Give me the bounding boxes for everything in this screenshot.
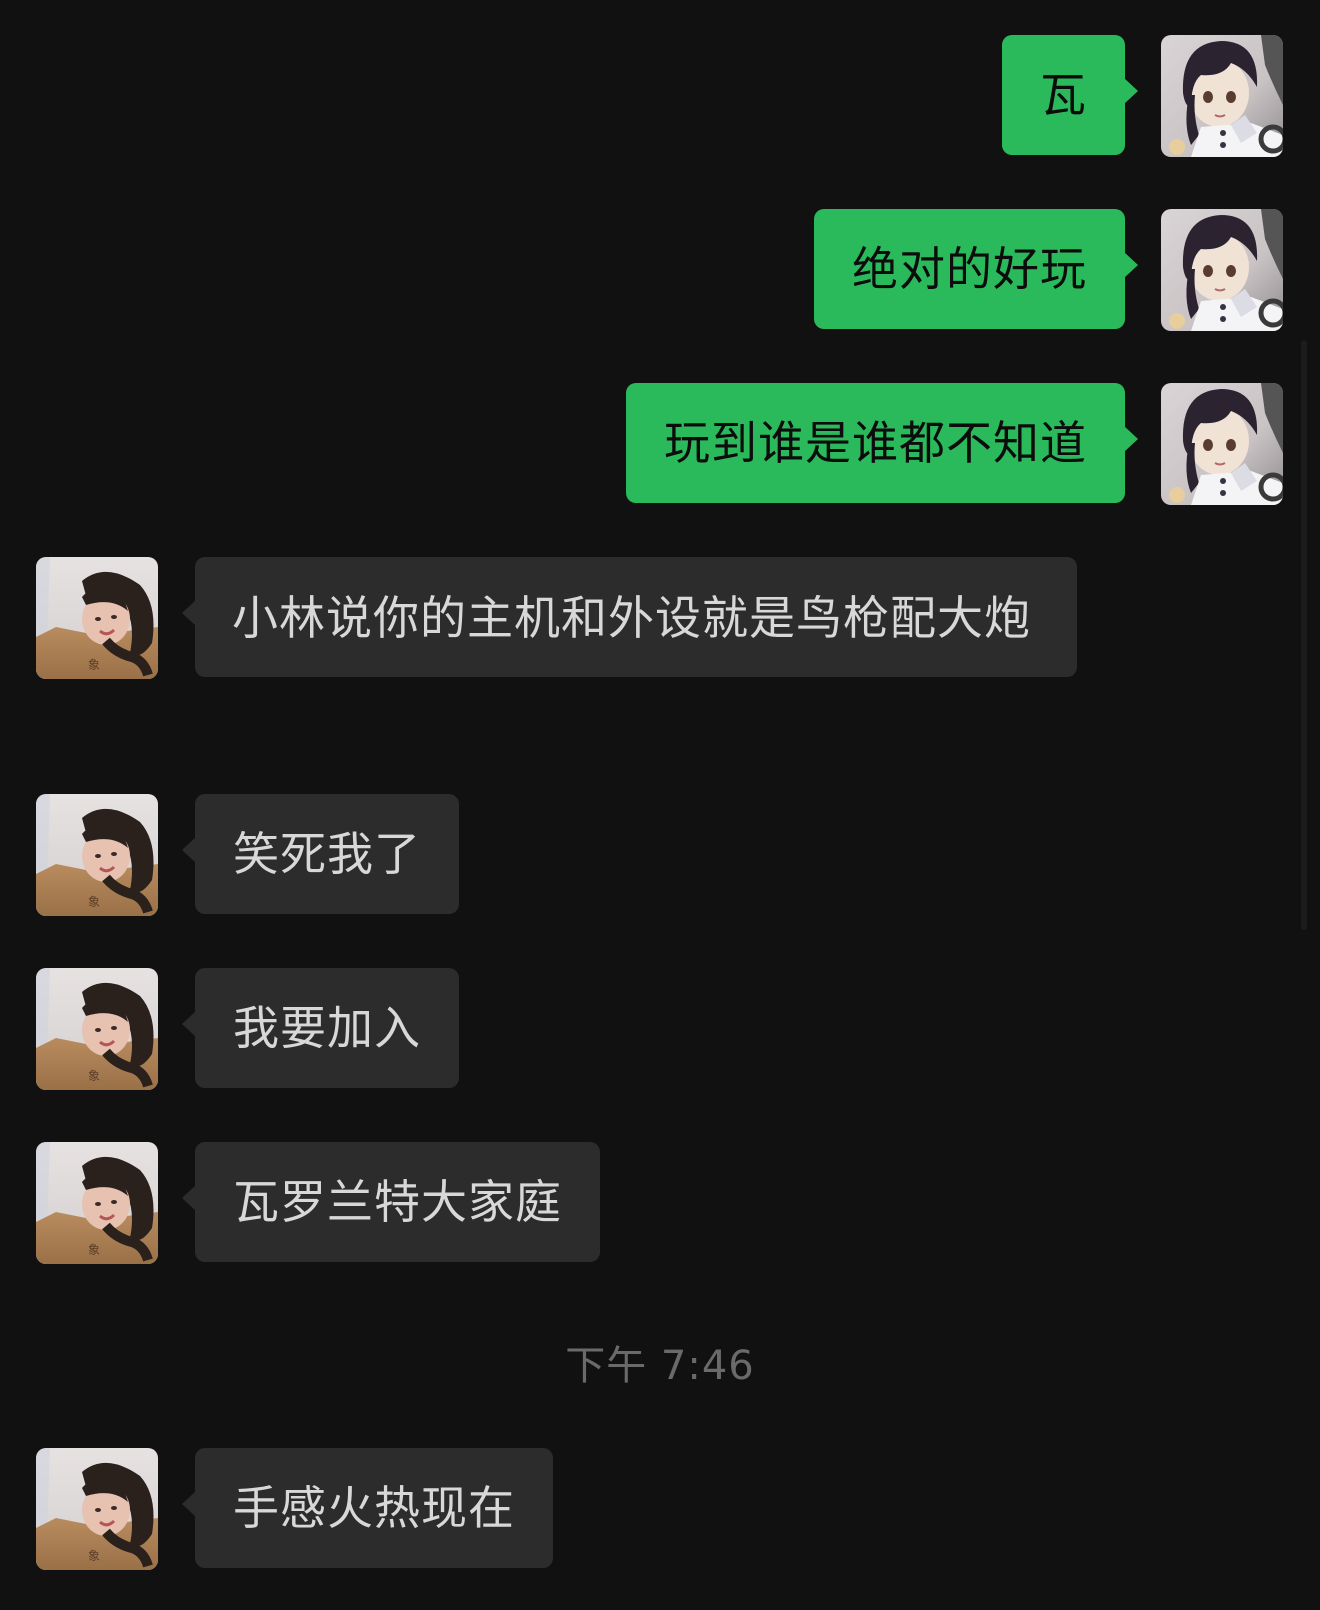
svg-text:象: 象 — [88, 658, 100, 672]
bubble-tail — [1124, 252, 1138, 278]
message-text: 我要加入 — [233, 1001, 421, 1055]
message-text: 手感火热现在 — [233, 1481, 515, 1535]
girl-photo-avatar-icon[interactable]: 象 — [36, 968, 158, 1090]
message-bubble-incoming[interactable]: 手感火热现在 — [182, 1448, 553, 1568]
bubble-tail — [182, 1185, 196, 1211]
message-bubble-incoming[interactable]: 小林说你的主机和外设就是鸟枪配大炮 — [182, 557, 1077, 677]
girl-photo-avatar-icon[interactable]: 象 — [36, 1142, 158, 1264]
message-text: 瓦罗兰特大家庭 — [233, 1175, 562, 1229]
bubble-tail — [1124, 78, 1138, 104]
svg-text:象: 象 — [88, 1243, 100, 1257]
bubble-tail — [182, 837, 196, 863]
message-text: 小林说你的主机和外设就是鸟枪配大炮 — [232, 591, 1031, 645]
anime-girl-avatar-icon[interactable] — [1161, 209, 1283, 331]
svg-text:象: 象 — [88, 1549, 100, 1563]
girl-photo-avatar-icon[interactable]: 象 — [36, 557, 158, 679]
message-text: 绝对的好玩 — [852, 242, 1087, 296]
girl-photo-avatar-icon[interactable]: 象 — [36, 794, 158, 916]
anime-girl-avatar-icon[interactable] — [1161, 35, 1283, 157]
girl-photo-avatar-icon[interactable]: 象 — [36, 1448, 158, 1570]
message-text: 笑死我了 — [233, 827, 421, 881]
bubble-tail — [182, 1491, 196, 1517]
message-text: 瓦 — [1040, 68, 1087, 122]
svg-text:象: 象 — [88, 1069, 100, 1083]
scrollbar[interactable] — [1301, 340, 1307, 930]
message-bubble-outgoing[interactable]: 玩到谁是谁都不知道 — [626, 383, 1138, 503]
bubble-tail — [1124, 426, 1138, 452]
anime-girl-avatar-icon[interactable] — [1161, 383, 1283, 505]
bubble-tail — [182, 1011, 196, 1037]
message-timestamp: 下午 7:46 — [565, 1343, 755, 1389]
message-bubble-outgoing[interactable]: 瓦 — [1002, 35, 1138, 155]
bubble-tail — [182, 600, 196, 626]
message-bubble-incoming[interactable]: 我要加入 — [182, 968, 459, 1088]
message-text: 玩到谁是谁都不知道 — [664, 416, 1087, 470]
chat-area[interactable]: 瓦 绝对的好玩 玩到谁是谁都不知道 象 小林说你的主机和外设就是鸟枪配大炮 象 … — [0, 0, 1320, 1610]
svg-text:象: 象 — [88, 895, 100, 909]
message-bubble-incoming[interactable]: 瓦罗兰特大家庭 — [182, 1142, 600, 1262]
message-bubble-outgoing[interactable]: 绝对的好玩 — [814, 209, 1138, 329]
message-bubble-incoming[interactable]: 笑死我了 — [182, 794, 459, 914]
